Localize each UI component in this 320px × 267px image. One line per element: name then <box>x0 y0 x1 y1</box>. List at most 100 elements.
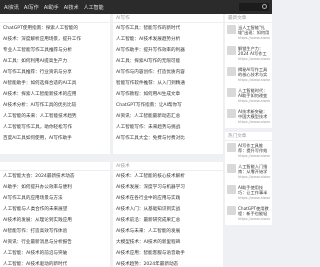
main-content: ChatGPT使用指南：探索人工智能的 AI技术：深度解析应用场景，提升工作 专… <box>0 14 272 267</box>
article-link[interactable]: AI技术入门：从基础知识到实战 <box>113 204 223 215</box>
article-list: AI写作工具：智能写作的新时代 人工智能：AI技术发展趋势分析 AI写作助手：提… <box>113 23 223 144</box>
article-link[interactable]: 百度AI工具如何使用，AI写作助手 <box>0 133 110 144</box>
sidebar-article-title[interactable]: AI写作工具推荐：提升写作效率的必备神器 <box>238 143 270 153</box>
article-link[interactable]: AI写作教程：如何用AI生成文章 <box>113 89 223 100</box>
article-link[interactable]: 人工智能：AI技术的前沿与突破 <box>0 248 110 259</box>
article-link[interactable]: ChatGPT写作指南：让AI帮你写 <box>113 100 223 111</box>
article-link[interactable]: AI技术：人工智能的核心技术解析 <box>113 171 223 182</box>
article-link[interactable]: AI技术应用：智能客服与语音助手 <box>113 248 223 259</box>
article-link[interactable]: AI技术：探索人工智能新技术的应用 <box>0 89 110 100</box>
article-list: AI技术：人工智能的核心技术解析 AI技术发展：深度学习与机器学习 AI技术在各… <box>113 171 223 267</box>
article-list: ChatGPT使用指南：探索人工智能的 AI技术：深度解析应用场景，提升工作 专… <box>0 23 110 144</box>
article-link[interactable]: 人工智能写作工具，助你轻松写作 <box>0 122 110 133</box>
sidebar-article-title[interactable]: AI技术新突破：中国大模型技术发展现状与展望 <box>238 109 270 119</box>
article-link[interactable]: 人工智能与人类合作的未来展望 <box>0 204 110 215</box>
sidebar-article[interactable]: ChatGPT使用教程：新手也能轻松上手 https://www.aiwork.… <box>225 204 272 225</box>
sidebar-article[interactable]: AI技术新突破：中国大模型技术发展现状与展望 https://www.aiwor… <box>225 107 272 128</box>
article-column-2: AI写作 AI写作工具：智能写作的新时代 人工智能：AI技术发展趋势分析 AI写… <box>113 14 223 154</box>
sidebar-article-title[interactable]: ChatGPT使用教程：新手也能轻松上手 <box>238 206 270 216</box>
article-link[interactable]: AI工具：探索AI写作的无限可能 <box>113 56 223 67</box>
article-list: 人工智能大会：2024最新技术动态 AI助手：如何提升办公效率与便利 AI写作工… <box>0 171 110 267</box>
article-link[interactable]: AI技术：深度解析应用场景，提升工作 <box>0 34 110 45</box>
article-link[interactable]: ChatGPT使用指南：探索人工智能的 <box>0 23 110 34</box>
article-column-3: 人工智能大会：2024最新技术动态 AI助手：如何提升办公效率与便利 AI写作工… <box>0 162 110 267</box>
article-link[interactable]: AI技术与未来：人工智能的发展 <box>113 226 223 237</box>
article-thumbnail[interactable] <box>227 88 236 97</box>
article-thumbnail[interactable] <box>227 25 236 34</box>
sidebar-article-url: https://www.aiwork.cn/ai/10103.html <box>238 196 270 200</box>
article-link[interactable]: 人工智能写作：未来趋势与挑战 <box>113 122 223 133</box>
nav-item-ai-news[interactable]: AI资讯 <box>4 4 19 11</box>
nav-item-ai-tech[interactable]: AI技术 <box>64 4 79 11</box>
sidebar-article-title[interactable]: 解锁生产力：2024 AI写作工具推荐与完整使用指南 <box>238 46 270 56</box>
nav-item-ai-assistant[interactable]: AI助手 <box>44 4 59 11</box>
sidebar-article[interactable]: AI助手使用技巧：让工作事半功倍 https://www.aiwork.cn/a… <box>225 183 272 204</box>
sidebar: 最新文章 当人工智能"扎堆"出现：如何用好AI工具提升效率 https://ww… <box>225 14 272 267</box>
column-header <box>0 14 110 23</box>
article-link[interactable]: AI资讯：人工智能最新动态汇总 <box>113 111 223 122</box>
sidebar-article-title[interactable]: 人工智能入门指南：从零开始学习AI技术 <box>238 164 270 174</box>
article-link[interactable]: AI写作助手：提升写作效率的利器 <box>113 45 223 56</box>
article-link[interactable]: AI写作工具的应用场景与方法 <box>0 193 110 204</box>
sidebar-article[interactable]: 揭秘AI写作工具的核心技术与实际应用场景分析 https://www.aiwor… <box>225 65 272 86</box>
sidebar-article-title[interactable]: AI助手使用技巧：让工作事半功倍 <box>238 185 270 195</box>
article-link[interactable]: AI技术前沿：最新研究成果汇总 <box>113 215 223 226</box>
article-link[interactable]: AI技术在各行业中的应用与实践 <box>113 193 223 204</box>
sidebar-article[interactable]: 人工智能入门指南：从零开始学习AI技术 https://www.aiwork.c… <box>225 162 272 183</box>
article-link[interactable]: AI工具：如何利用AI提高生产力 <box>0 56 110 67</box>
article-link[interactable]: 人工智能：AI技术驱动的新时代 <box>0 259 110 267</box>
nav-item-artificial-intelligence[interactable]: 人工智能 <box>84 4 104 11</box>
article-link[interactable]: AI技术分析：AI写作工具的优劣比较 <box>0 100 110 111</box>
article-link[interactable]: 大模型技术：AI技术的新里程碑 <box>113 237 223 248</box>
article-thumbnail[interactable] <box>227 67 236 76</box>
article-link[interactable]: AI资讯：行业最新消息与分析报告 <box>0 237 110 248</box>
main-nav: AI资讯 AI写作 AI助手 AI技术 人工智能 <box>4 0 104 14</box>
article-thumbnail[interactable] <box>227 143 236 152</box>
article-link[interactable]: 人工智能大会：2024最新技术动态 <box>0 171 110 182</box>
article-link[interactable]: AI智能助手：如何选择合适的AI工具 <box>0 78 110 89</box>
popular-articles-panel: 热门文章 AI写作工具推荐：提升写作效率的必备神器 https://www.ai… <box>225 132 272 225</box>
sidebar-article[interactable]: 解锁生产力：2024 AI写作工具推荐与完整使用指南 https://www.a… <box>225 44 272 65</box>
article-link[interactable]: AI写作与内容创作：打造优质内容 <box>113 67 223 78</box>
article-column-4: AI技术 AI技术：人工智能的核心技术解析 AI技术发展：深度学习与机器学习 A… <box>113 162 223 267</box>
sidebar-article-url: https://www.aiwork.cn/ai/10217.html <box>238 57 270 61</box>
article-link[interactable]: AI技术发展：深度学习与机器学习 <box>113 182 223 193</box>
article-thumbnail[interactable] <box>227 164 236 173</box>
sidebar-article-url: https://www.aiwork.cn/ai/10102.html <box>238 175 270 179</box>
nav-item-ai-writing[interactable]: AI写作 <box>24 4 39 11</box>
article-link[interactable]: AI智能写作：打造高效写作体验 <box>0 226 110 237</box>
article-link[interactable]: AI写作工具推荐：行业资讯与分享 <box>0 67 110 78</box>
column-header <box>0 162 110 171</box>
article-link[interactable]: AI技术趋势：2024年最新动态 <box>113 259 223 267</box>
column-header: AI技术 <box>113 162 223 171</box>
sidebar-article-url: https://www.aiwork.cn/ai/10219.html <box>238 78 270 82</box>
sidebar-article[interactable]: AI写作工具推荐：提升写作效率的必备神器 https://www.aiwork.… <box>225 141 272 162</box>
search-icon[interactable] <box>262 4 267 9</box>
article-link[interactable]: 智能写作软件推荐：从入门到精通 <box>113 78 223 89</box>
article-link[interactable]: 人工智能：AI技术发展趋势分析 <box>113 34 223 45</box>
article-thumbnail[interactable] <box>227 109 236 118</box>
article-link[interactable]: 专业人工智能写作工具推荐与分析 <box>0 45 110 56</box>
article-thumbnail[interactable] <box>227 185 236 194</box>
article-thumbnail[interactable] <box>227 46 236 55</box>
sidebar-article-url: https://www.aiwork.cn/ai/10215.html <box>238 36 270 40</box>
article-link[interactable]: 人工智能的未来：人工智能技术趋势 <box>0 111 110 122</box>
top-nav-bar: AI资讯 AI写作 AI助手 AI技术 人工智能 <box>0 0 272 14</box>
article-thumbnail[interactable] <box>227 206 236 215</box>
search-input[interactable] <box>239 3 269 11</box>
sidebar-article-title[interactable]: 人工智能时代：AI助手如何改变我们的工作方式 <box>238 88 270 98</box>
article-column-1: ChatGPT使用指南：探索人工智能的 AI技术：深度解析应用场景，提升工作 专… <box>0 14 110 154</box>
article-link[interactable]: AI写作工具：智能写作的新时代 <box>113 23 223 34</box>
article-link[interactable]: AI技术的发展：从理论到实践应用 <box>0 215 110 226</box>
panel-header: 最新文章 <box>225 14 272 23</box>
sidebar-article-url: https://www.aiwork.cn/ai/10221.html <box>238 99 270 103</box>
sidebar-article[interactable]: 人工智能时代：AI助手如何改变我们的工作方式 https://www.aiwor… <box>225 86 272 107</box>
sidebar-article-title[interactable]: 揭秘AI写作工具的核心技术与实际应用场景分析 <box>238 67 270 77</box>
sidebar-article-title[interactable]: 当人工智能"扎堆"出现：如何用好AI工具提升效率 <box>238 25 270 35</box>
column-header: AI写作 <box>113 14 223 23</box>
article-link[interactable]: AI助手：如何提升办公效率与便利 <box>0 182 110 193</box>
sidebar-article-url: https://www.aiwork.cn/ai/10223.html <box>238 120 270 124</box>
sidebar-article-url: https://www.aiwork.cn/ai/10104.html <box>238 217 270 221</box>
sidebar-article[interactable]: 当人工智能"扎堆"出现：如何用好AI工具提升效率 https://www.aiw… <box>225 23 272 44</box>
article-link[interactable]: AI写作工具大全：免费与付费对比 <box>113 133 223 144</box>
